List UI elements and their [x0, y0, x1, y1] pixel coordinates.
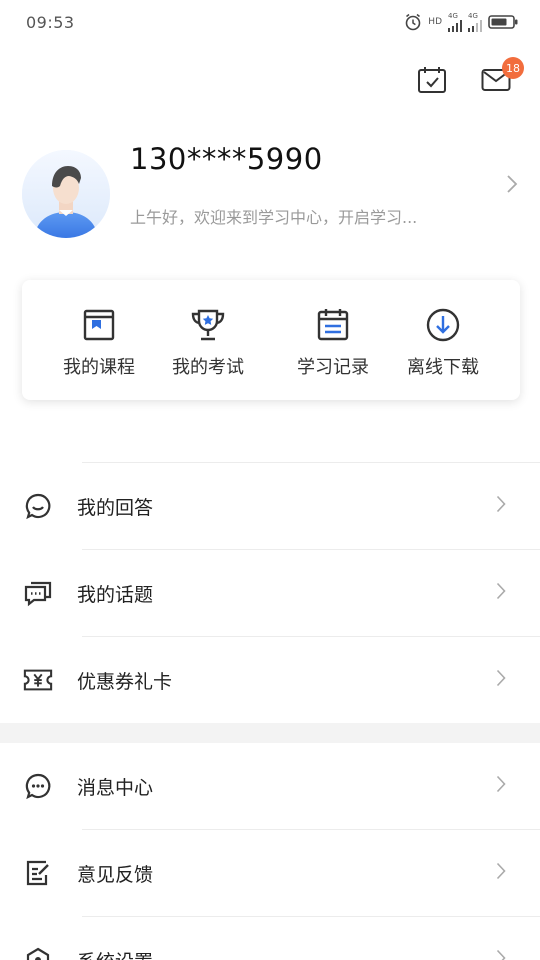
- topic-chat-icon: [23, 578, 53, 608]
- profile-card[interactable]: 130****5990 上午好，欢迎来到学习中心，开启学习...: [0, 130, 540, 250]
- quick-action-label: 我的考试: [172, 357, 244, 378]
- coupon-ticket-icon: [23, 665, 53, 695]
- quick-actions-card: 我的课程 我的考试 学习记录 离线下载: [22, 280, 520, 400]
- battery-icon: [488, 14, 518, 30]
- calendar-check-icon: [417, 66, 447, 98]
- menu-item-feedback[interactable]: 意见反馈: [0, 830, 540, 916]
- chevron-right-icon: [496, 775, 506, 797]
- unread-badge: 18: [502, 57, 524, 79]
- profile-greeting: 上午好，欢迎来到学习中心，开启学习...: [130, 208, 418, 227]
- avatar[interactable]: [22, 150, 110, 238]
- quick-action-label: 离线下载: [407, 357, 479, 378]
- menu-item-label: 消息中心: [77, 776, 154, 799]
- section-separator: [0, 723, 540, 743]
- chevron-right-icon: [496, 582, 506, 604]
- chevron-right-icon: [496, 669, 506, 691]
- download-icon: [423, 305, 463, 345]
- course-book-icon: [79, 305, 119, 345]
- settings-icon: [23, 945, 53, 960]
- message-center-icon: [23, 771, 53, 801]
- status-time: 09:53: [26, 13, 75, 32]
- chevron-right-icon: [506, 174, 518, 198]
- network-label-1: 4G: [448, 11, 458, 20]
- quick-action-my-courses[interactable]: 我的课程: [44, 280, 154, 400]
- menu-item-label: 优惠券礼卡: [77, 670, 173, 693]
- hd-label: HD: [428, 17, 442, 27]
- header-actions: 18: [416, 57, 524, 98]
- feedback-edit-icon: [23, 858, 53, 888]
- messages-button[interactable]: 18: [480, 57, 524, 98]
- menu-item-label: 系统设置: [77, 947, 153, 960]
- trophy-icon: [188, 305, 228, 345]
- menu-item-my-answers[interactable]: 我的回答: [0, 463, 540, 549]
- quick-action-study-records[interactable]: 学习记录: [278, 280, 388, 400]
- alarm-icon: [404, 13, 422, 31]
- signal-icon-2: 4G: [468, 11, 482, 32]
- chevron-right-icon: [496, 862, 506, 884]
- menu-item-label: 我的话题: [77, 583, 154, 606]
- menu-item-my-topics[interactable]: 我的话题: [0, 550, 540, 636]
- sign-in-calendar-button[interactable]: [416, 66, 448, 98]
- quick-action-label: 我的课程: [63, 357, 135, 378]
- calendar-icon: [313, 305, 353, 345]
- network-label-2: 4G: [468, 11, 478, 20]
- chat-bubble-icon: [23, 491, 53, 521]
- chevron-right-icon: [496, 949, 506, 960]
- menu-item-coupons-gift-cards[interactable]: 优惠券礼卡: [0, 637, 540, 723]
- signal-icon-1: 4G: [448, 11, 462, 32]
- menu-item-system-settings[interactable]: 系统设置: [0, 917, 540, 960]
- quick-action-my-exams[interactable]: 我的考试: [153, 280, 263, 400]
- quick-action-label: 学习记录: [297, 357, 369, 378]
- chevron-right-icon: [496, 495, 506, 517]
- menu-item-message-center[interactable]: 消息中心: [0, 743, 540, 829]
- quick-action-offline-download[interactable]: 离线下载: [388, 280, 498, 400]
- status-bar: 09:53 HD 4G 4G: [0, 0, 540, 44]
- status-icons: HD 4G 4G: [404, 11, 518, 33]
- profile-phone: 130****5990: [130, 142, 323, 176]
- menu-item-label: 意见反馈: [77, 863, 154, 886]
- menu-item-label: 我的回答: [77, 496, 154, 519]
